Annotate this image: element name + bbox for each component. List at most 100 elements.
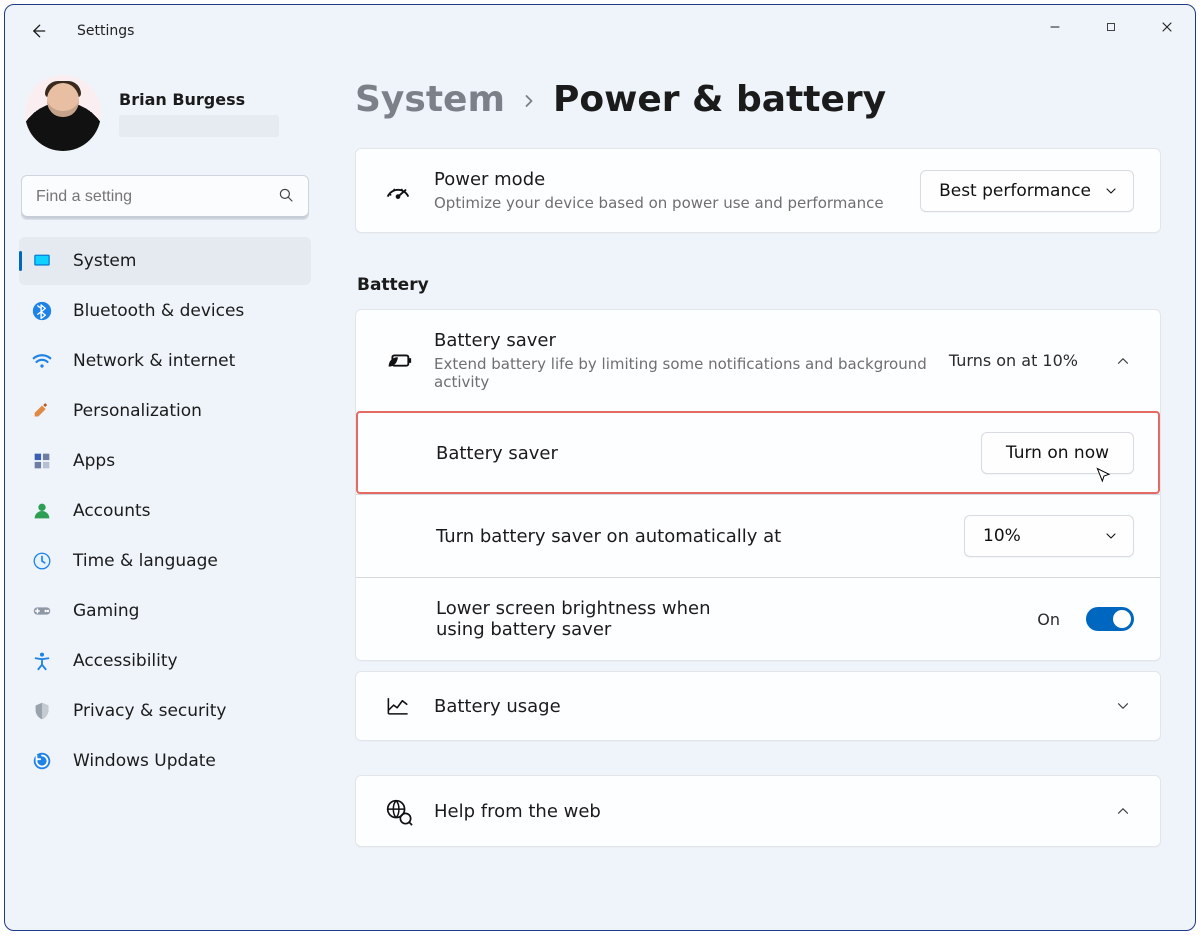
breadcrumb: System Power & battery bbox=[355, 79, 1161, 120]
sidebar-item-privacy[interactable]: Privacy & security bbox=[19, 687, 311, 735]
sidebar-item-label: Accounts bbox=[73, 501, 151, 521]
battery-saver-auto-dropdown[interactable]: 10% bbox=[964, 515, 1134, 557]
search-icon bbox=[277, 186, 295, 208]
profile-text: Brian Burgess bbox=[119, 90, 279, 137]
sidebar-item-label: Network & internet bbox=[73, 351, 235, 371]
titlebar: Settings bbox=[5, 5, 1195, 57]
sidebar-nav: System Bluetooth & devices Network & int… bbox=[19, 237, 311, 785]
maximize-icon bbox=[1104, 20, 1118, 34]
sidebar-item-network[interactable]: Network & internet bbox=[19, 337, 311, 385]
sidebar-item-accessibility[interactable]: Accessibility bbox=[19, 637, 311, 685]
search-box[interactable] bbox=[21, 175, 309, 219]
sidebar-item-label: Privacy & security bbox=[73, 701, 227, 721]
sidebar-item-system[interactable]: System bbox=[19, 237, 311, 285]
sidebar-item-personalization[interactable]: Personalization bbox=[19, 387, 311, 435]
chevron-right-icon bbox=[519, 91, 539, 115]
expand-toggle[interactable] bbox=[1112, 697, 1134, 715]
battery-section-label: Battery bbox=[357, 275, 1161, 295]
expand-toggle[interactable] bbox=[1112, 352, 1134, 370]
minimize-button[interactable] bbox=[1027, 5, 1083, 49]
battery-saver-auto-row: Turn battery saver on automatically at 1… bbox=[356, 494, 1160, 577]
battery-saver-brightness-label-l2: using battery saver bbox=[436, 619, 1017, 640]
battery-leaf-icon bbox=[382, 346, 414, 376]
power-mode-row: Power mode Optimize your device based on… bbox=[356, 149, 1160, 232]
sidebar-item-time[interactable]: Time & language bbox=[19, 537, 311, 585]
sidebar-item-label: Gaming bbox=[73, 601, 139, 621]
page-title: Power & battery bbox=[553, 79, 886, 120]
maximize-button[interactable] bbox=[1083, 5, 1139, 49]
chevron-down-icon bbox=[1103, 528, 1119, 544]
sidebar-item-bluetooth[interactable]: Bluetooth & devices bbox=[19, 287, 311, 335]
close-icon bbox=[1159, 19, 1175, 35]
battery-saver-turn-on-button[interactable]: Turn on now bbox=[981, 432, 1134, 474]
chart-line-icon bbox=[382, 692, 414, 720]
profile-email-redacted bbox=[119, 115, 279, 137]
battery-usage-card[interactable]: Battery usage bbox=[355, 671, 1161, 741]
brightness-toggle[interactable] bbox=[1086, 607, 1134, 631]
sidebar: Brian Burgess System Bluetooth & devices bbox=[5, 57, 325, 930]
battery-saver-status: Turns on at 10% bbox=[949, 351, 1078, 370]
wifi-icon bbox=[31, 350, 53, 372]
power-mode-card: Power mode Optimize your device based on… bbox=[355, 148, 1161, 233]
breadcrumb-root[interactable]: System bbox=[355, 79, 505, 120]
battery-saver-brightness-label-l1: Lower screen brightness when bbox=[436, 598, 1017, 619]
sidebar-item-label: Time & language bbox=[73, 551, 218, 571]
battery-saver-texts: Battery saver Extend battery life by lim… bbox=[434, 330, 929, 391]
battery-saver-card: Battery saver Extend battery life by lim… bbox=[355, 309, 1161, 661]
back-arrow-icon bbox=[28, 21, 48, 41]
back-button[interactable] bbox=[27, 20, 49, 42]
accessibility-icon bbox=[31, 650, 53, 672]
help-card[interactable]: Help from the web bbox=[355, 775, 1161, 847]
sidebar-item-update[interactable]: Windows Update bbox=[19, 737, 311, 785]
window-controls bbox=[1027, 5, 1195, 49]
battery-saver-button-label: Turn on now bbox=[1006, 443, 1109, 463]
globe-search-icon bbox=[382, 796, 414, 826]
chevron-up-icon bbox=[1114, 352, 1132, 370]
battery-saver-title: Battery saver bbox=[434, 330, 929, 351]
sidebar-item-gaming[interactable]: Gaming bbox=[19, 587, 311, 635]
power-mode-dropdown[interactable]: Best performance bbox=[920, 170, 1134, 212]
profile-name: Brian Burgess bbox=[119, 90, 279, 109]
minimize-icon bbox=[1048, 20, 1062, 34]
profile-block[interactable]: Brian Burgess bbox=[19, 75, 311, 169]
window-body: Brian Burgess System Bluetooth & devices bbox=[5, 57, 1195, 930]
battery-saver-header-row[interactable]: Battery saver Extend battery life by lim… bbox=[356, 310, 1160, 411]
gauge-icon bbox=[382, 176, 414, 206]
battery-saver-auto-texts: Turn battery saver on automatically at bbox=[436, 526, 944, 547]
battery-saver-auto-label: Turn battery saver on automatically at bbox=[436, 526, 944, 547]
sidebar-item-label: Personalization bbox=[73, 401, 202, 421]
sidebar-item-accounts[interactable]: Accounts bbox=[19, 487, 311, 535]
settings-window: Settings Brian Burgess bbox=[4, 4, 1196, 931]
main-content: System Power & battery Power mode Optimi… bbox=[325, 57, 1195, 930]
chevron-down-icon bbox=[1103, 183, 1119, 199]
help-title: Help from the web bbox=[434, 801, 1092, 822]
person-icon bbox=[31, 500, 53, 522]
sidebar-item-label: Bluetooth & devices bbox=[73, 301, 244, 321]
app-title: Settings bbox=[77, 23, 134, 39]
sidebar-item-label: System bbox=[73, 251, 136, 271]
battery-saver-brightness-value: On bbox=[1037, 610, 1060, 629]
help-row[interactable]: Help from the web bbox=[356, 776, 1160, 846]
gamepad-icon bbox=[31, 600, 53, 622]
battery-saver-auto-value: 10% bbox=[983, 526, 1021, 546]
battery-usage-row[interactable]: Battery usage bbox=[356, 672, 1160, 740]
chevron-up-icon bbox=[1114, 802, 1132, 820]
battery-saver-brightness-row: Lower screen brightness when using batte… bbox=[356, 577, 1160, 660]
search-input[interactable] bbox=[21, 175, 309, 219]
power-mode-texts: Power mode Optimize your device based on… bbox=[434, 169, 900, 212]
battery-saver-toggle-label: Battery saver bbox=[436, 443, 961, 464]
battery-saver-brightness-texts: Lower screen brightness when using batte… bbox=[436, 598, 1017, 640]
bluetooth-icon bbox=[31, 300, 53, 322]
clock-icon bbox=[31, 550, 53, 572]
sidebar-item-label: Windows Update bbox=[73, 751, 216, 771]
paintbrush-icon bbox=[31, 400, 53, 422]
shield-icon bbox=[31, 700, 53, 722]
apps-icon bbox=[31, 450, 53, 472]
power-mode-value: Best performance bbox=[939, 181, 1091, 201]
system-icon bbox=[31, 250, 53, 272]
close-button[interactable] bbox=[1139, 5, 1195, 49]
sidebar-item-apps[interactable]: Apps bbox=[19, 437, 311, 485]
avatar bbox=[25, 75, 101, 151]
expand-toggle[interactable] bbox=[1112, 802, 1134, 820]
battery-saver-toggle-row: Battery saver Turn on now bbox=[356, 411, 1160, 494]
